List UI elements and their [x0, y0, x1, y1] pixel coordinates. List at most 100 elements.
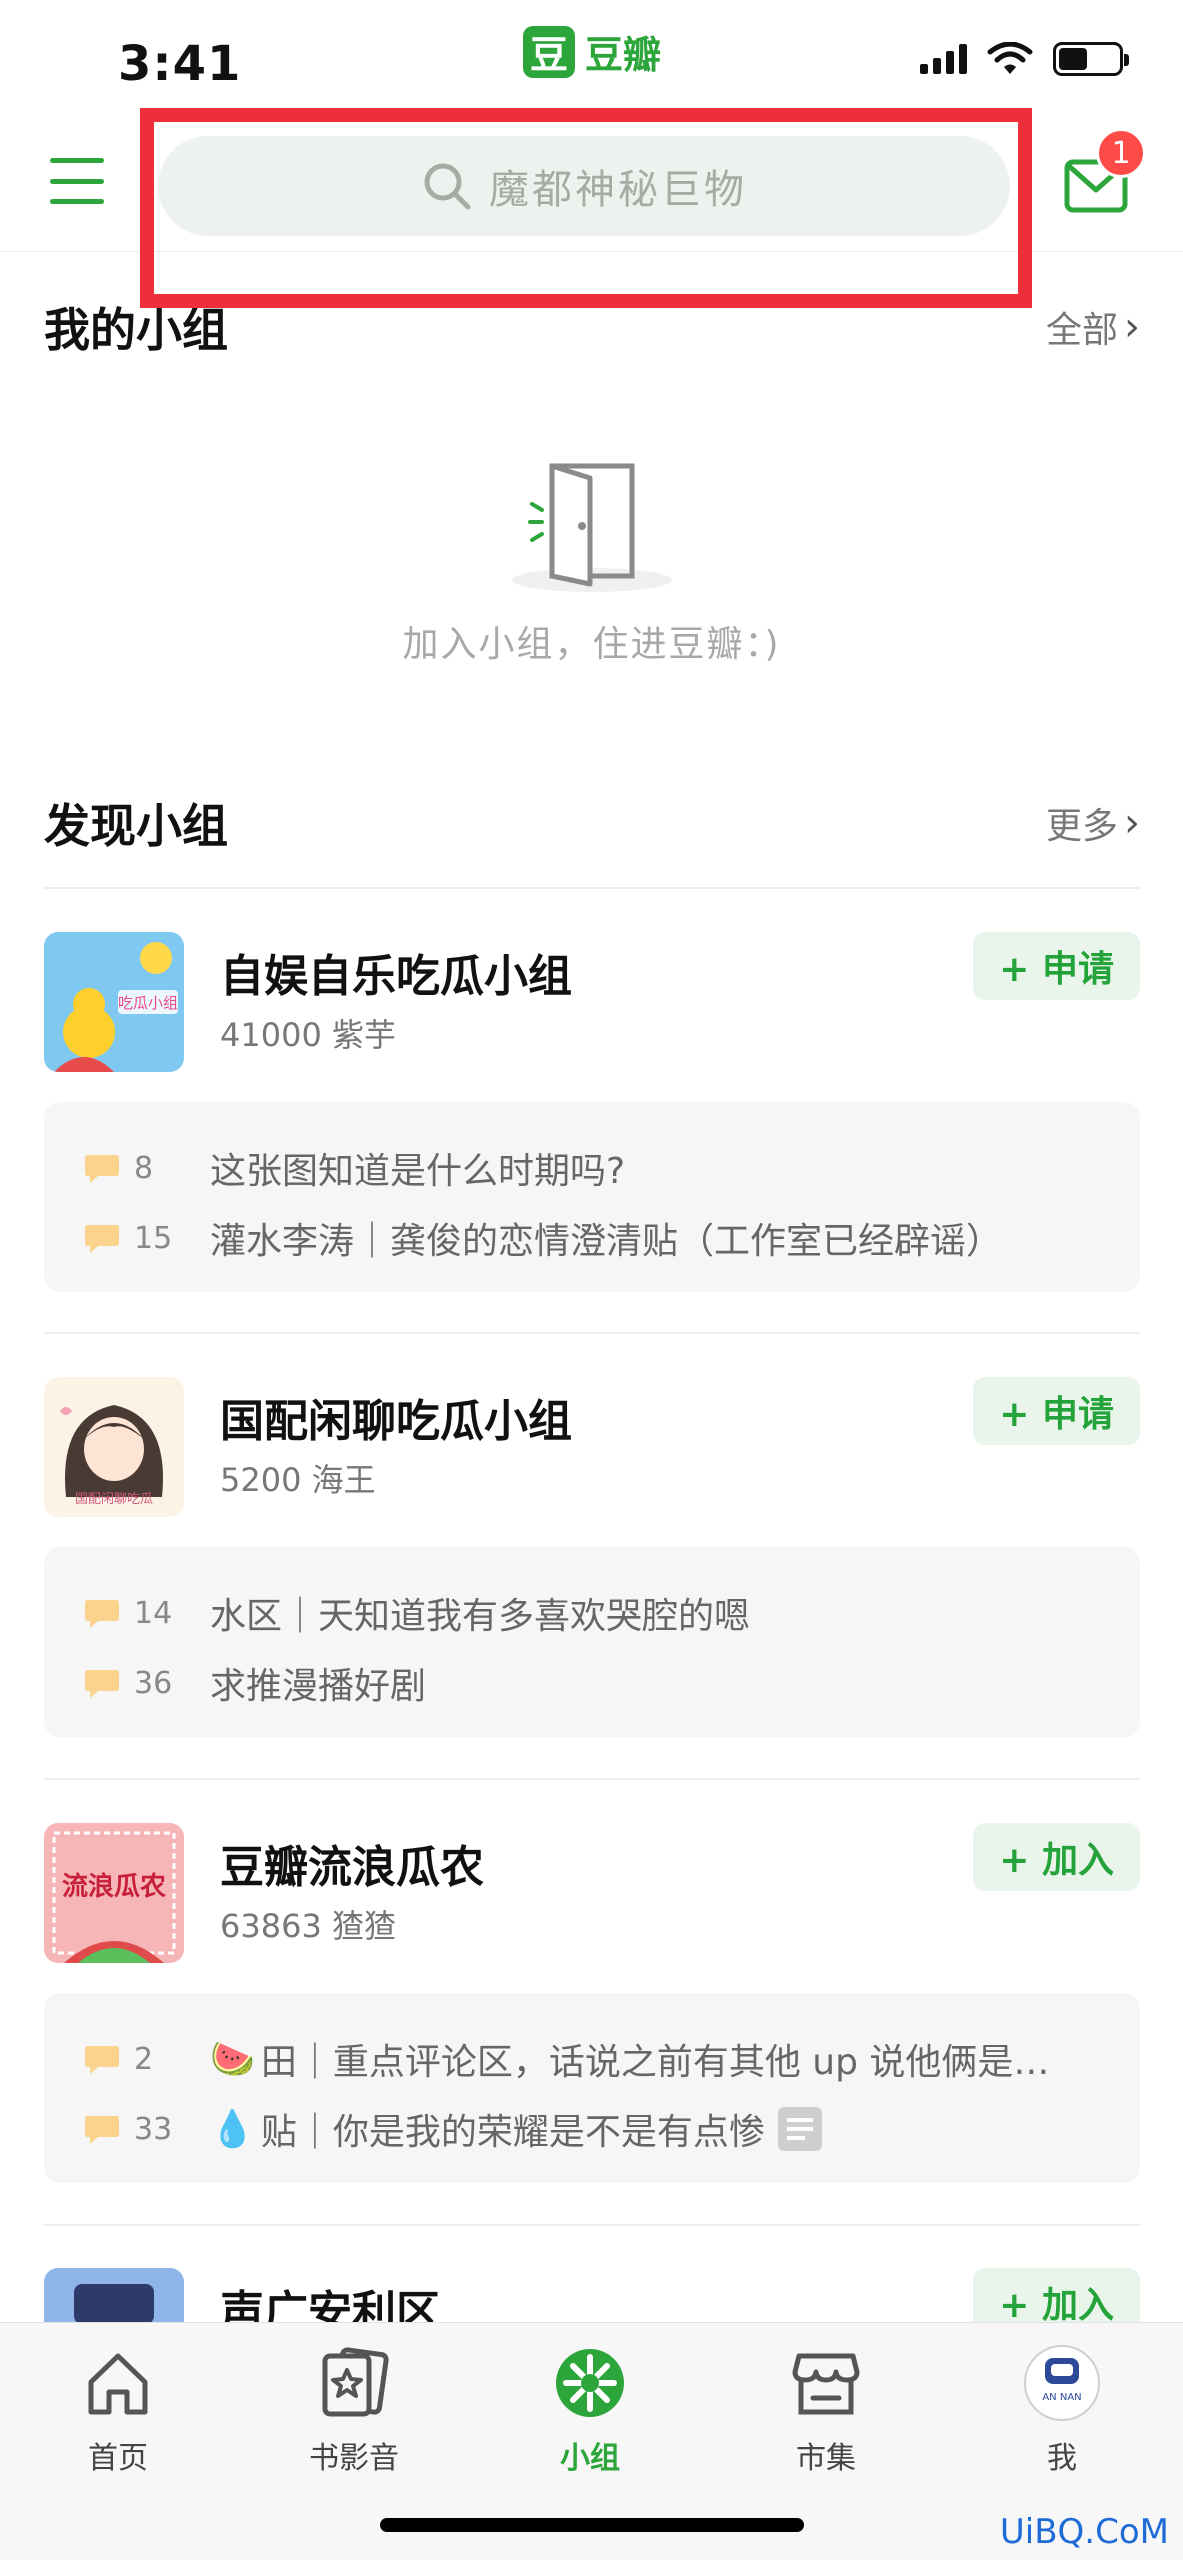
comment-bubble-icon [84, 1153, 120, 1183]
group-member-count: 63863 猹猹 [220, 1907, 396, 1945]
svg-text:AN NAN: AN NAN [1042, 2392, 1081, 2403]
group-card[interactable]: 声广安利区 + 加入 [44, 2268, 1140, 2322]
join-button[interactable]: + 加入 [973, 1823, 1140, 1891]
screen: 3:41 豆 豆瓣 魔都神秘巨物 1 我的小组 全部 › 加入小组，住进豆瓣：)… [0, 0, 1183, 2560]
avatar-icon: AN NAN [1022, 2343, 1102, 2423]
my-groups-all-link[interactable]: 全部 › [1046, 301, 1140, 353]
group-card[interactable]: 国配闲聊吃瓜 国配闲聊吃瓜小组 5200 海王 + 申请 14 水区｜天知道我有… [44, 1377, 1140, 1737]
search-icon [424, 163, 471, 210]
group-member-count: 5200 海王 [220, 1461, 376, 1499]
topic-title: 田｜重点评论区，话说之前有其他 up 说他俩是… [260, 2042, 1050, 2083]
group-topics: 14 水区｜天知道我有多喜欢哭腔的嗯 36 求推漫播好剧 [44, 1547, 1140, 1737]
comment-bubble-icon [84, 2044, 120, 2074]
tab-label: 我 [1047, 2441, 1077, 2476]
watermelon-icon: 🍉 [210, 2039, 255, 2080]
group-card[interactable]: 吃瓜小组 自娱自乐吃瓜小组 41000 紫芋 + 申请 8 这张图知道是什么时期… [44, 932, 1140, 1292]
divider [44, 2224, 1140, 2226]
image-attachment-icon [777, 2106, 823, 2152]
status-app: 豆 豆瓣 [523, 24, 661, 79]
group-name: 豆瓣流浪瓜农 [220, 1842, 484, 1893]
discover-groups-title: 发现小组 [44, 799, 228, 853]
group-name: 自娱自乐吃瓜小组 [220, 951, 572, 1002]
topic-row[interactable]: 33 💧 贴｜你是我的荣耀是不是有点惨 [84, 2099, 1124, 2159]
group-name: 国配闲聊吃瓜小组 [220, 1396, 572, 1447]
mail-button[interactable]: 1 [1064, 128, 1146, 214]
topic-comment-count: 8 [134, 1150, 154, 1186]
group-avatar: 流浪瓜农 [44, 1823, 184, 1963]
group-icon [550, 2343, 630, 2423]
my-groups-header: 我的小组 全部 › [44, 292, 1140, 362]
discover-more-label: 更多 [1045, 806, 1118, 847]
status-icons [920, 42, 1129, 76]
comment-bubble-icon [84, 2114, 120, 2144]
tab-books-movies-music[interactable]: 书影音 [274, 2343, 434, 2477]
group-topics: 2 🍉 田｜重点评论区，话说之前有其他 up 说他俩是… 33 💧 贴｜你是我的… [44, 1993, 1140, 2183]
svg-text:吃瓜小组: 吃瓜小组 [118, 994, 178, 1012]
top-header: 魔都神秘巨物 1 [0, 110, 1183, 252]
tab-label: 市集 [796, 2441, 856, 2476]
group-card[interactable]: 流浪瓜农 豆瓣流浪瓜农 63863 猹猹 + 加入 2 🍉 田｜重点评论区，话说… [44, 1823, 1140, 2183]
topic-row[interactable]: 2 🍉 田｜重点评论区，话说之前有其他 up 说他俩是… [84, 2029, 1124, 2089]
topic-comment-count: 2 [134, 2041, 154, 2077]
group-member-count: 41000 紫芋 [220, 1016, 396, 1054]
wifi-icon [987, 42, 1033, 74]
tab-home[interactable]: 首页 [38, 2343, 198, 2477]
discover-groups-header: 发现小组 更多 › [44, 788, 1140, 858]
watermark-text: UiBQ.CoM [999, 2512, 1169, 2552]
menu-button[interactable] [50, 158, 104, 204]
cellular-signal-icon [920, 44, 967, 74]
topic-row[interactable]: 15 灌水李涛｜龚俊的恋情澄清贴（工作室已经辟谣） [84, 1208, 1124, 1268]
join-button[interactable]: + 加入 [973, 2268, 1140, 2322]
group-name: 声广安利区 [220, 2287, 440, 2322]
topic-title: 水区｜天知道我有多喜欢哭腔的嗯 [210, 1596, 751, 1637]
tab-me[interactable]: AN NAN 我 [982, 2343, 1142, 2477]
topic-comment-count: 36 [134, 1665, 173, 1701]
my-groups-all-label: 全部 [1045, 310, 1118, 351]
topic-title: 贴｜你是我的荣耀是不是有点惨 [260, 2112, 765, 2153]
star-cards-icon [314, 2343, 394, 2423]
chevron-right-icon: › [1124, 800, 1140, 846]
status-bar: 3:41 豆 豆瓣 [0, 0, 1183, 110]
divider [44, 1332, 1140, 1334]
topic-comment-count: 14 [134, 1595, 173, 1631]
empty-state [0, 450, 1183, 604]
discover-more-link[interactable]: 更多 › [1046, 797, 1140, 849]
apply-button[interactable]: + 申请 [973, 1377, 1140, 1445]
divider [44, 887, 1140, 889]
status-app-name: 豆瓣 [585, 33, 662, 77]
tab-market[interactable]: 市集 [746, 2343, 906, 2477]
battery-icon [1053, 42, 1129, 76]
topic-row[interactable]: 8 这张图知道是什么时期吗? [84, 1138, 1124, 1198]
topic-row[interactable]: 14 水区｜天知道我有多喜欢哭腔的嗯 [84, 1583, 1124, 1643]
group-topics: 8 这张图知道是什么时期吗? 15 灌水李涛｜龚俊的恋情澄清贴（工作室已经辟谣） [44, 1102, 1140, 1292]
group-avatar: 国配闲聊吃瓜 [44, 1377, 184, 1517]
svg-text:流浪瓜农: 流浪瓜农 [62, 1871, 166, 1902]
my-groups-title: 我的小组 [44, 303, 228, 357]
tab-groups[interactable]: 小组 [510, 2343, 670, 2477]
comment-bubble-icon [84, 1668, 120, 1698]
topic-title: 灌水李涛｜龚俊的恋情澄清贴（工作室已经辟谣） [210, 1221, 1003, 1262]
status-time: 3:41 [118, 36, 242, 92]
svg-text:国配闲聊吃瓜: 国配闲聊吃瓜 [75, 1491, 153, 1507]
mail-badge: 1 [1096, 128, 1146, 178]
divider [44, 1778, 1140, 1780]
water-drop-icon: 💧 [210, 2109, 255, 2150]
tab-label: 书影音 [309, 2441, 399, 2476]
comment-bubble-icon [84, 1598, 120, 1628]
topic-title: 这张图知道是什么时期吗? [210, 1151, 626, 1192]
search-placeholder: 魔都神秘巨物 [489, 167, 747, 213]
apply-button[interactable]: + 申请 [973, 932, 1140, 1000]
group-avatar [44, 2268, 184, 2322]
topic-title: 求推漫播好剧 [210, 1666, 427, 1707]
comment-bubble-icon [84, 1223, 120, 1253]
home-icon [78, 2343, 158, 2423]
home-indicator[interactable] [380, 2518, 804, 2532]
search-bar[interactable]: 魔都神秘巨物 [158, 136, 1010, 236]
chevron-right-icon: › [1124, 304, 1140, 350]
empty-state-text: 加入小组，住进豆瓣：) [402, 624, 781, 665]
tab-label: 首页 [88, 2441, 148, 2476]
topic-comment-count: 33 [134, 2111, 173, 2147]
douban-logo-icon: 豆 [523, 25, 575, 78]
group-avatar: 吃瓜小组 [44, 932, 184, 1072]
topic-row[interactable]: 36 求推漫播好剧 [84, 1653, 1124, 1713]
